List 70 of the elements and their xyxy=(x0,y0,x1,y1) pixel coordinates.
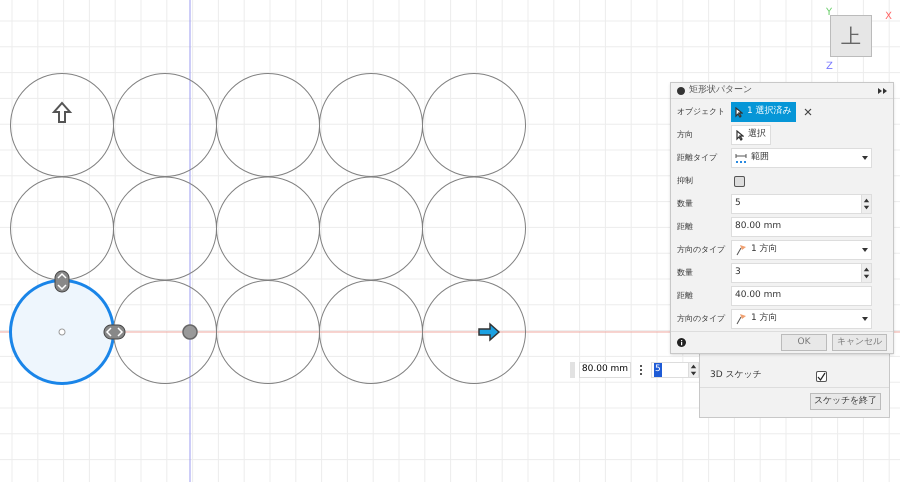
sketch-circle[interactable] xyxy=(319,73,423,177)
axis-label: Z xyxy=(826,62,833,72)
checkbox[interactable] xyxy=(734,176,745,186)
dropdown-field[interactable]: 1 方向 xyxy=(731,240,872,260)
flag-icon xyxy=(735,244,747,256)
dropdown-caret-icon xyxy=(862,317,868,321)
right-arrow-icon[interactable] xyxy=(478,322,500,342)
spinner-icon[interactable] xyxy=(861,195,871,213)
cancel-button[interactable]: キャンセル xyxy=(832,334,887,351)
spinner-icon[interactable] xyxy=(688,363,698,377)
select-button[interactable]: 選択 xyxy=(731,125,771,145)
cursor-icon xyxy=(736,130,744,140)
drag-grip-icon[interactable] xyxy=(570,362,575,378)
sketch-circle[interactable] xyxy=(216,73,320,177)
collapse-icon[interactable] xyxy=(677,86,685,94)
sketch-circle[interactable] xyxy=(216,280,320,384)
center-point[interactable] xyxy=(58,328,66,336)
field-label: 方向 xyxy=(677,129,694,141)
dropdown-caret-icon xyxy=(862,156,868,160)
up-arrow-icon[interactable] xyxy=(52,102,72,123)
finish-sketch-button[interactable]: スケッチを終了 xyxy=(810,393,881,410)
distance-field[interactable]: 40.00 mm xyxy=(731,286,872,306)
number-field[interactable]: 5 xyxy=(731,194,872,214)
number-field[interactable]: 3 xyxy=(731,263,872,283)
distance-input[interactable]: 80.00 mm xyxy=(579,362,631,378)
sketch-circle[interactable] xyxy=(422,176,526,280)
expand-icon[interactable] xyxy=(878,88,887,94)
checkbox[interactable] xyxy=(816,370,827,382)
sketch-circle[interactable] xyxy=(113,176,217,280)
spinner-icon[interactable] xyxy=(861,264,871,282)
sketch-circle[interactable] xyxy=(10,73,114,177)
flag-icon xyxy=(735,313,747,325)
sketch-circle[interactable] xyxy=(113,280,217,384)
field-label: 抑制 xyxy=(677,175,694,187)
distance-field[interactable]: 80.00 mm xyxy=(731,217,872,237)
field-label: 距離 xyxy=(677,221,694,233)
cursor-icon xyxy=(735,106,743,118)
ok-button[interactable]: OK xyxy=(781,334,827,351)
info-icon[interactable] xyxy=(677,338,686,347)
sketch-circle[interactable] xyxy=(216,176,320,280)
option-label: 3D スケッチ xyxy=(710,369,763,382)
separator-icon xyxy=(640,365,642,375)
sketch-circle[interactable] xyxy=(319,280,423,384)
sketch-circle[interactable] xyxy=(9,279,115,385)
view-cube[interactable]: 上 xyxy=(830,15,872,57)
sketch-circle[interactable] xyxy=(422,73,526,177)
dropdown-field[interactable]: 1 方向 xyxy=(731,309,872,329)
field-label: 方向のタイプ xyxy=(677,313,726,325)
field-label: オブジェクト xyxy=(677,106,726,118)
axis-label: Y xyxy=(826,8,832,18)
sketch-circle[interactable] xyxy=(422,280,526,384)
field-label: 数量 xyxy=(677,198,694,210)
axis-label: X xyxy=(885,12,892,22)
field-label: 方向のタイプ xyxy=(677,244,726,256)
field-label: 距離タイプ xyxy=(677,152,718,164)
close-icon[interactable] xyxy=(804,108,812,116)
sketch-circle[interactable] xyxy=(10,176,114,280)
dropdown-field[interactable]: 範囲 xyxy=(731,148,872,168)
field-label: 数量 xyxy=(677,267,694,279)
check-icon xyxy=(817,372,826,380)
dropdown-caret-icon xyxy=(862,248,868,252)
sketch-circle[interactable] xyxy=(319,176,423,280)
point-handle-icon[interactable] xyxy=(182,324,198,340)
count-input[interactable]: 5 xyxy=(651,362,699,378)
vertical-handle-icon[interactable] xyxy=(54,270,70,292)
dimension-icon xyxy=(735,152,747,164)
horizontal-handle-icon[interactable] xyxy=(104,324,126,340)
sketch-circle[interactable] xyxy=(113,73,217,177)
dialog-title: 矩形状パターン xyxy=(689,84,753,97)
field-label: 距離 xyxy=(677,290,694,302)
